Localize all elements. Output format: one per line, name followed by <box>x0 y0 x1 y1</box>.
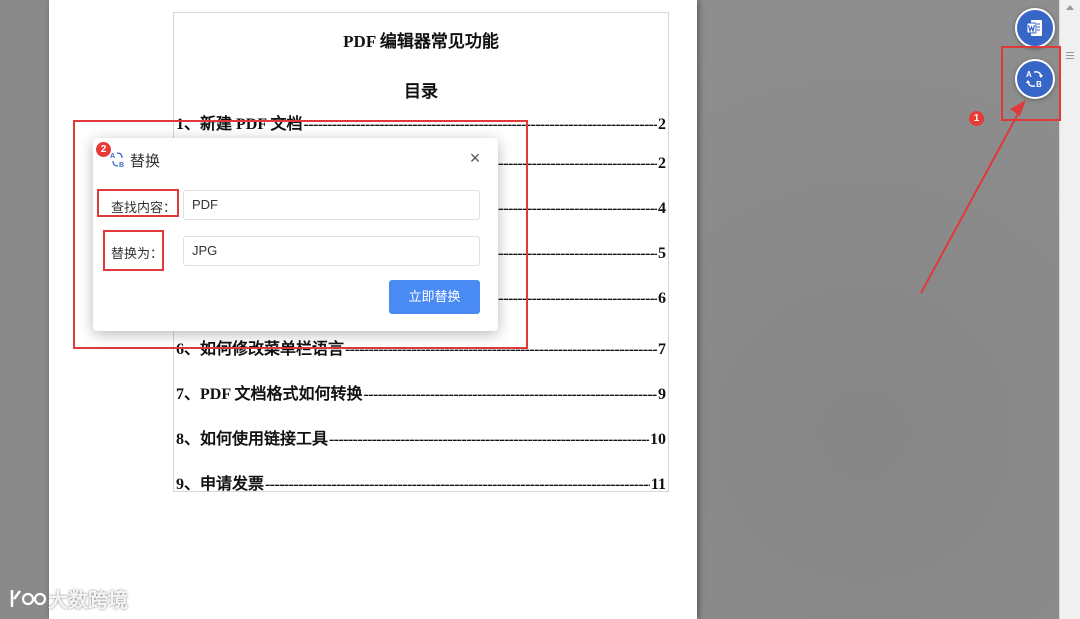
svg-text:B: B <box>119 162 124 168</box>
replace-now-button[interactable]: 立即替换 <box>389 280 480 314</box>
watermark: 大数跨境 <box>8 584 128 613</box>
close-icon[interactable]: × <box>467 149 483 167</box>
annotation-badge: 2 <box>96 142 111 157</box>
find-label-highlight-box <box>97 189 179 217</box>
replace-input[interactable]: JPG <box>183 236 480 266</box>
find-input[interactable]: PDF <box>183 190 480 220</box>
replace-icon: A B <box>110 152 124 168</box>
svg-text:A: A <box>110 153 115 160</box>
watermark-text: 大数跨境 <box>48 590 128 612</box>
replace-label-highlight-box <box>103 230 164 271</box>
dialog-title: 替换 <box>130 153 161 170</box>
watermark-logo-icon <box>10 589 47 607</box>
